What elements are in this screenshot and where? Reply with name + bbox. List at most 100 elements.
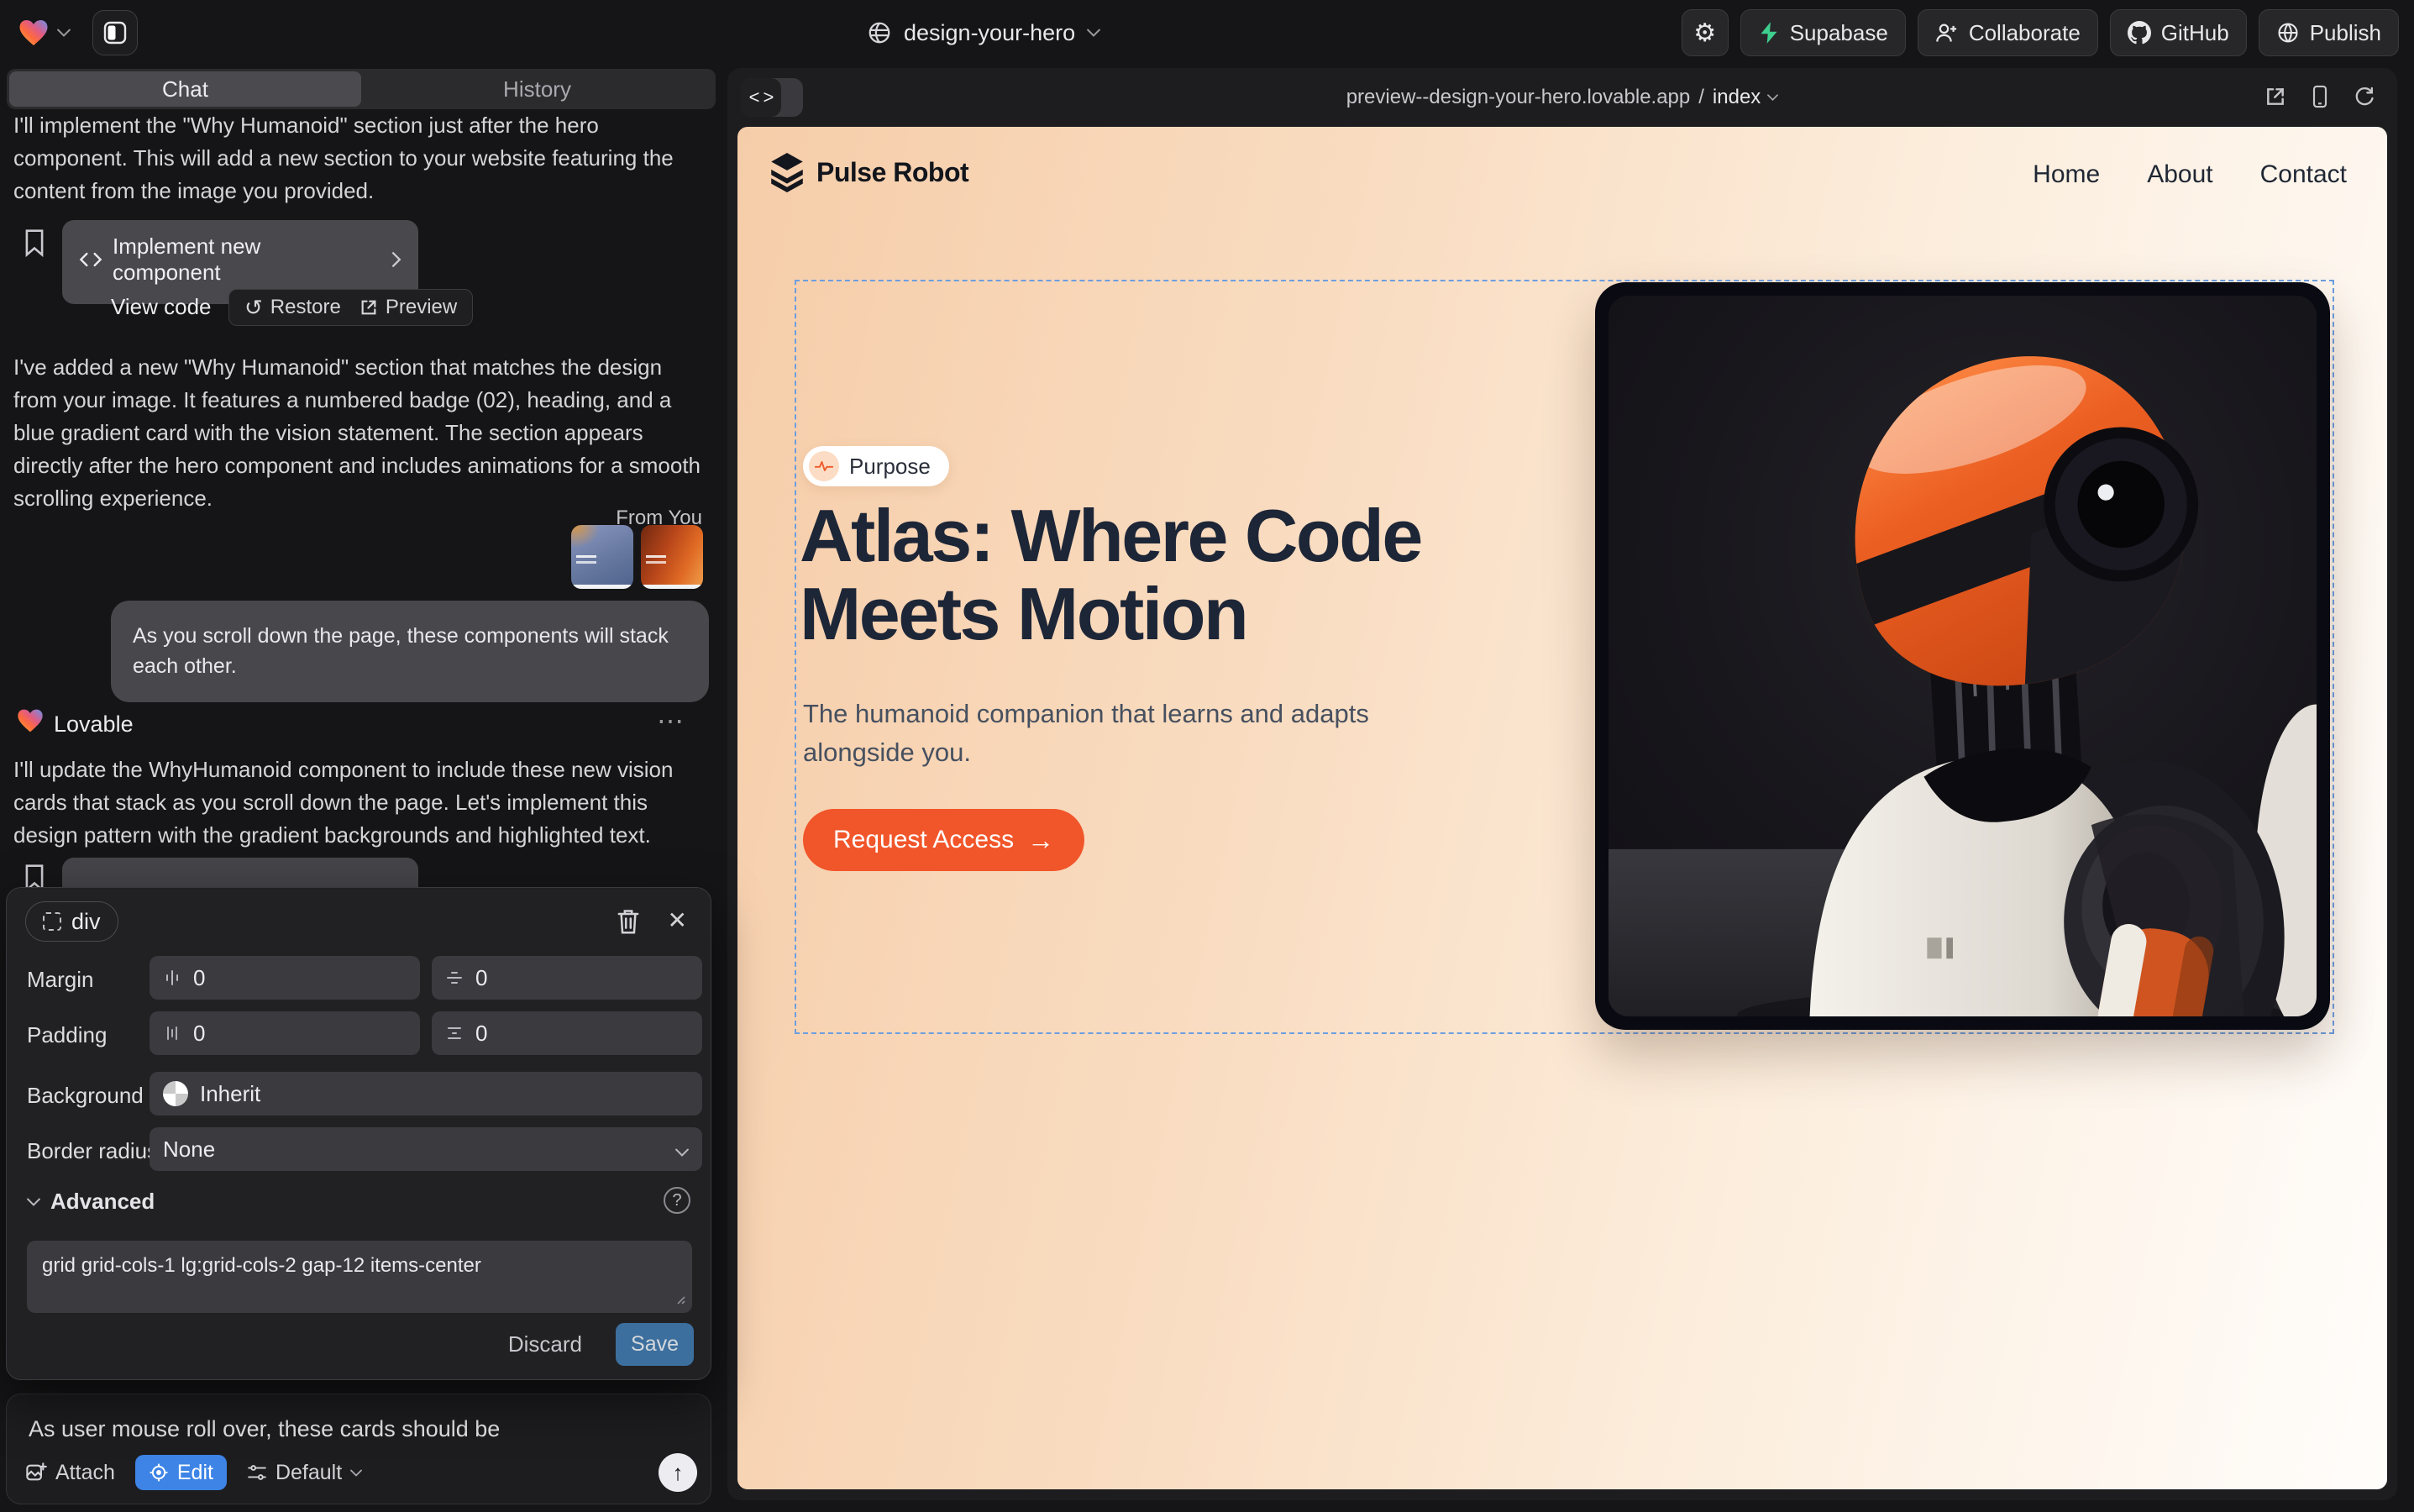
publish-globe-icon bbox=[2276, 21, 2300, 45]
hero-heading: Atlas: Where Code Meets Motion bbox=[800, 496, 1421, 654]
attach-button[interactable]: Attach bbox=[25, 1461, 115, 1485]
supabase-bolt-icon bbox=[1758, 21, 1780, 45]
close-icon[interactable]: ✕ bbox=[668, 906, 687, 934]
preview-button[interactable]: Preview bbox=[359, 296, 457, 319]
github-octocat-icon bbox=[2128, 21, 2151, 45]
user-message-bubble: As you scroll down the page, these compo… bbox=[111, 601, 709, 702]
chevron-down-icon bbox=[1767, 94, 1778, 101]
background-input[interactable]: Inherit bbox=[150, 1072, 702, 1116]
hero-subtext: The humanoid companion that learns and a… bbox=[803, 695, 1450, 772]
padding-y-input[interactable]: 0 bbox=[432, 1011, 702, 1055]
selected-element-chip[interactable]: div bbox=[25, 901, 118, 942]
collaborate-button[interactable]: Collaborate bbox=[1918, 9, 2098, 56]
nav-link-home[interactable]: Home bbox=[2033, 160, 2100, 189]
preview-url: preview--design-your-hero.lovable.app bbox=[1346, 86, 1691, 109]
assistant-message: I've added a new "Why Humanoid" section … bbox=[13, 351, 702, 515]
help-icon[interactable]: ? bbox=[664, 1187, 690, 1214]
top-bar: design-your-hero ⚙ Supabase bbox=[0, 0, 2414, 66]
attachment-thumbnail-orange[interactable] bbox=[641, 525, 703, 589]
padding-label: Padding bbox=[27, 1022, 107, 1048]
collaborate-person-plus-icon bbox=[1935, 22, 1959, 44]
settings-button[interactable]: ⚙ bbox=[1682, 9, 1729, 56]
send-button[interactable]: ↑ bbox=[659, 1453, 697, 1492]
save-button[interactable]: Save bbox=[616, 1323, 694, 1366]
chevron-down-icon bbox=[350, 1469, 362, 1477]
model-mode-selector[interactable]: Default bbox=[247, 1461, 362, 1485]
publish-button[interactable]: Publish bbox=[2259, 9, 2399, 56]
workspace-chevron-icon[interactable] bbox=[57, 29, 71, 37]
send-arrow-icon: ↑ bbox=[673, 1460, 684, 1486]
lovable-heart-logo[interactable] bbox=[18, 18, 49, 47]
chat-composer[interactable]: As user mouse roll over, these cards sho… bbox=[6, 1394, 711, 1504]
restore-icon: ↺ bbox=[244, 297, 263, 318]
advanced-classes-textarea[interactable]: grid grid-cols-1 lg:grid-cols-2 gap-12 i… bbox=[27, 1241, 692, 1313]
bookmark-icon[interactable] bbox=[24, 228, 45, 261]
margin-y-input[interactable]: 0 bbox=[432, 956, 702, 1000]
preview-page-name: index bbox=[1713, 86, 1761, 109]
nav-link-about[interactable]: About bbox=[2147, 160, 2212, 189]
discard-button[interactable]: Discard bbox=[508, 1331, 582, 1357]
lovable-app: design-your-hero ⚙ Supabase bbox=[0, 0, 2414, 1512]
project-switcher[interactable]: design-your-hero bbox=[867, 0, 1100, 66]
padding-x-input[interactable]: 0 bbox=[150, 1011, 420, 1055]
code-icon bbox=[79, 251, 102, 268]
restore-button[interactable]: ↺ Restore bbox=[244, 296, 341, 319]
advanced-section-toggle[interactable]: Advanced bbox=[27, 1189, 155, 1215]
open-in-new-tab-icon[interactable] bbox=[2264, 86, 2286, 108]
site-navbar: Pulse Robot Home About Contact bbox=[737, 127, 2387, 219]
transparency-swatch-icon bbox=[163, 1081, 188, 1106]
mobile-view-icon[interactable] bbox=[2312, 85, 2328, 108]
request-access-button[interactable]: Request Access → bbox=[803, 809, 1084, 871]
edit-mode-button[interactable]: Edit bbox=[135, 1455, 227, 1490]
gear-icon: ⚙ bbox=[1693, 18, 1716, 48]
dashed-selection-icon bbox=[43, 912, 61, 931]
refresh-icon[interactable] bbox=[2354, 86, 2375, 108]
attachment-thumbnail-blue[interactable] bbox=[571, 525, 633, 589]
supabase-button[interactable]: Supabase bbox=[1740, 9, 1906, 56]
border-radius-select[interactable]: None bbox=[150, 1127, 702, 1171]
sliders-icon bbox=[247, 1462, 267, 1483]
tool-call-card-partial[interactable] bbox=[62, 858, 418, 891]
margin-x-input[interactable]: 0 bbox=[150, 956, 420, 1000]
margin-label: Margin bbox=[27, 967, 93, 993]
preview-url-bar[interactable]: preview--design-your-hero.lovable.app / … bbox=[727, 68, 2397, 127]
arrow-right-icon: → bbox=[1027, 825, 1054, 856]
hero-robot-image bbox=[1595, 282, 2330, 1030]
chevron-right-icon bbox=[391, 252, 401, 267]
tab-history[interactable]: History bbox=[361, 71, 713, 107]
message-hover-actions: ↺ Restore Preview bbox=[228, 289, 473, 326]
purpose-badge: Purpose bbox=[803, 446, 949, 486]
margin-horizontal-icon bbox=[163, 969, 181, 987]
nav-link-contact[interactable]: Contact bbox=[2260, 160, 2347, 189]
padding-horizontal-icon bbox=[163, 1024, 181, 1042]
sidebar-toggle-button[interactable] bbox=[92, 10, 138, 55]
border-radius-label: Border radius bbox=[27, 1138, 158, 1164]
chevron-down-icon bbox=[27, 1198, 40, 1206]
chevron-down-icon bbox=[675, 1137, 689, 1163]
pulse-icon bbox=[809, 451, 839, 481]
background-label: Background bbox=[27, 1083, 144, 1109]
preview-panel: < > preview--design-your-hero.lovable.ap… bbox=[727, 68, 2397, 1500]
assistant-message: I'll update the WhyHumanoid component to… bbox=[13, 753, 702, 852]
composer-input[interactable]: As user mouse roll over, these cards sho… bbox=[29, 1416, 689, 1442]
assistant-message: I'll implement the "Why Humanoid" sectio… bbox=[13, 109, 702, 207]
external-link-icon bbox=[359, 298, 378, 317]
badge-label: Purpose bbox=[849, 454, 931, 480]
padding-vertical-icon bbox=[445, 1024, 464, 1042]
chat-history-tabs: Chat History bbox=[7, 69, 716, 109]
tab-chat[interactable]: Chat bbox=[9, 71, 361, 107]
target-icon bbox=[149, 1462, 169, 1483]
element-inspector-panel: div ✕ Margin 0 0 Padding bbox=[6, 887, 711, 1380]
margin-vertical-icon bbox=[445, 969, 464, 987]
site-brand-name: Pulse Robot bbox=[816, 157, 968, 188]
delete-element-button[interactable] bbox=[617, 908, 640, 939]
project-globe-icon bbox=[867, 20, 892, 45]
assistant-name: Lovable bbox=[54, 711, 134, 738]
project-chevron-icon bbox=[1087, 29, 1100, 37]
element-tag: div bbox=[71, 909, 101, 935]
github-button[interactable]: GitHub bbox=[2110, 9, 2247, 56]
tool-card-title: Implement new component bbox=[113, 234, 371, 286]
project-name: design-your-hero bbox=[904, 20, 1075, 46]
more-options-icon[interactable]: ⋯ bbox=[657, 705, 685, 737]
site-brand[interactable]: Pulse Robot bbox=[769, 152, 968, 192]
